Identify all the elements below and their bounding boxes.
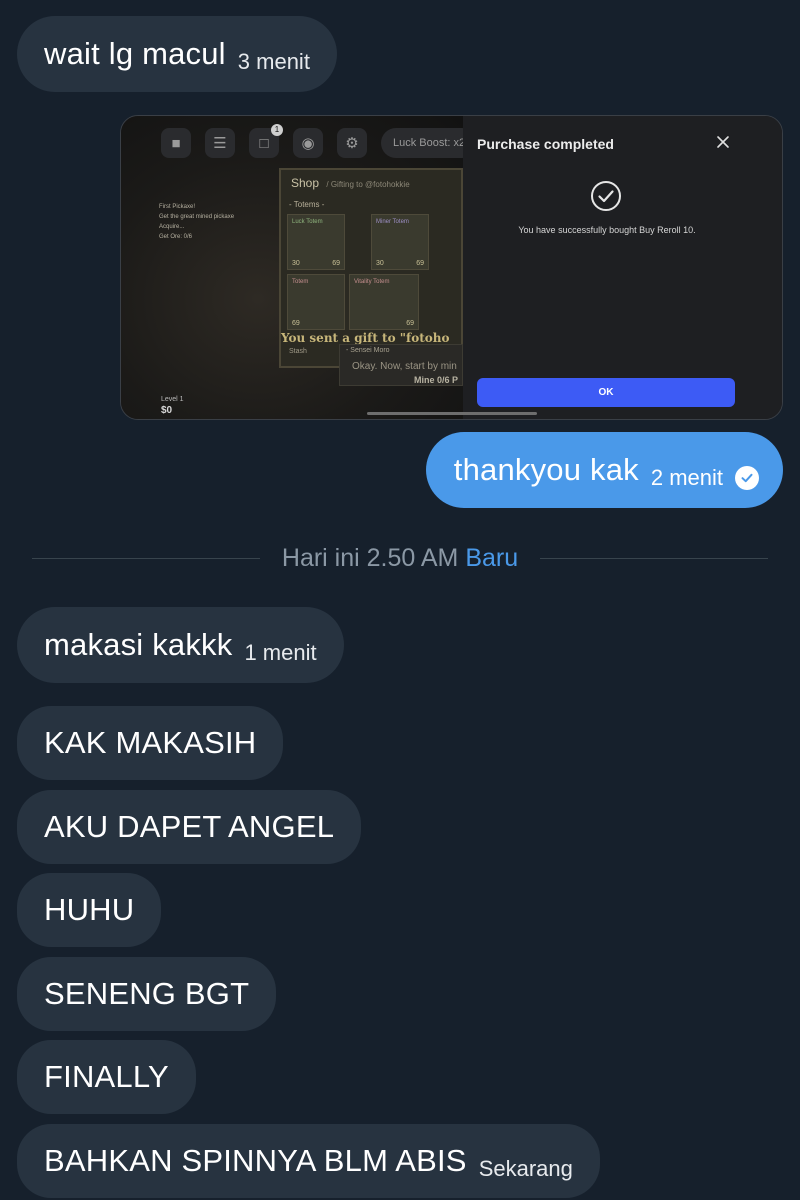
level-label: Level 1 [161, 396, 184, 403]
cash-label: $0 [161, 405, 173, 416]
message-bubble-incoming[interactable]: makasi kakkk 1 menit [17, 607, 344, 683]
modal-title: Purchase completed [477, 136, 614, 152]
image-attachment[interactable]: ■ ☰ □ 1 ◉ ⚙ Luck Boost: x2 First Pickaxe… [120, 115, 783, 420]
divider-label: Hari ini 2.50 AM Baru [260, 544, 540, 573]
shop-title-text: Shop [291, 176, 320, 190]
gift-sent-text: You sent a gift to "fotoho [281, 331, 450, 345]
message-text: AKU DAPET ANGEL [44, 809, 335, 844]
message-bubble-incoming[interactable]: FINALLY [17, 1040, 196, 1114]
seen-check-icon [735, 466, 759, 490]
npc-dialog: - Sensei Moro Okay. Now, start by min Mi… [339, 344, 463, 386]
message-text: KAK MAKASIH [44, 725, 257, 760]
message-timestamp: 1 menit [244, 640, 317, 665]
shop-title: Shop / Gifting to @fotohokkie [291, 176, 410, 190]
message-text: FINALLY [44, 1059, 169, 1094]
message-timestamp: 2 menit [650, 465, 723, 490]
card-name: Luck Totem [292, 219, 323, 225]
stash-label: Stash [289, 348, 307, 355]
divider-date: Hari ini 2.50 AM [281, 543, 459, 572]
menu-icon: ☰ [205, 128, 235, 158]
gear-icon: ⚙ [337, 128, 367, 158]
quest-line: Acquire... [159, 224, 185, 230]
npc-objective: Mine 0/6 P [413, 375, 458, 385]
message-bubble-outgoing[interactable]: thankyou kak 2 menit [425, 432, 783, 508]
shop-card: Miner Totem 30 69 [371, 214, 429, 270]
ok-button: OK [477, 378, 735, 407]
check-circle-icon [591, 181, 621, 211]
message-text: SENENG BGT [44, 976, 250, 1011]
message-text: BAHKAN SPINNYA BLM ABIS [44, 1143, 467, 1178]
message-text: makasi kakkk [44, 627, 233, 662]
quest-line: Get the great mined pickaxe [159, 214, 235, 220]
modal-message: You have successfully bought Buy Reroll … [518, 225, 696, 235]
divider-line [32, 557, 260, 559]
section-header: - Totems - [289, 200, 325, 209]
message-text: wait lg macul [44, 36, 226, 71]
chat-icon: □ 1 [249, 124, 283, 158]
divider-line [540, 557, 769, 559]
game-topbar: ■ ☰ □ 1 ◉ ⚙ Luck Boost: x2 [161, 124, 478, 158]
card-price: 69 [332, 260, 340, 267]
message-bubble-incoming[interactable]: SENENG BGT [17, 957, 277, 1031]
card-price: 30 [376, 260, 384, 267]
roblox-logo-icon: ■ [161, 128, 191, 158]
quest-panel: First Pickaxe! Get the great mined picka… [159, 204, 234, 244]
date-divider: Hari ini 2.50 AM Baru [32, 540, 769, 576]
npc-name: - Sensei Moro [346, 347, 390, 354]
shop-card: Vitality Totem 69 [349, 274, 419, 330]
message-text: thankyou kak [453, 452, 639, 487]
message-bubble-incoming[interactable]: wait lg macul 3 menit [17, 16, 337, 92]
message-bubble-incoming[interactable]: BAHKAN SPINNYA BLM ABIS Sekarang [17, 1124, 600, 1198]
npc-dialog-text: Okay. Now, start by min [352, 361, 457, 372]
shop-card: Totem 69 [287, 274, 345, 330]
card-price: 69 [416, 260, 424, 267]
home-indicator [367, 412, 537, 415]
card-name: Miner Totem [376, 219, 409, 225]
card-name: Vitality Totem [354, 279, 390, 285]
message-timestamp: 3 menit [237, 49, 310, 74]
message-bubble-incoming[interactable]: AKU DAPET ANGEL [17, 790, 362, 864]
purchase-modal: Purchase completed You have successfully… [463, 116, 782, 419]
new-badge: Baru [465, 543, 519, 572]
message-text: HUHU [44, 892, 135, 927]
card-price: 30 [292, 260, 300, 267]
notification-badge: 1 [271, 124, 283, 136]
card-price: 69 [406, 320, 414, 327]
message-bubble-incoming[interactable]: KAK MAKASIH [17, 706, 284, 780]
game-screenshot: ■ ☰ □ 1 ◉ ⚙ Luck Boost: x2 First Pickaxe… [121, 116, 478, 419]
message-timestamp: Sekarang [478, 1156, 573, 1181]
quest-line: First Pickaxe! [159, 204, 196, 210]
shop-subtitle: / Gifting to @fotohokkie [326, 180, 410, 189]
shop-card: Luck Totem 30 69 [287, 214, 345, 270]
quest-line: Get Ore: 0/6 [159, 234, 193, 240]
card-name: Totem [292, 279, 309, 285]
message-bubble-incoming[interactable]: HUHU [17, 873, 162, 947]
close-icon [717, 136, 729, 148]
backpack-icon: ◉ [293, 128, 323, 158]
card-price: 69 [292, 320, 300, 327]
